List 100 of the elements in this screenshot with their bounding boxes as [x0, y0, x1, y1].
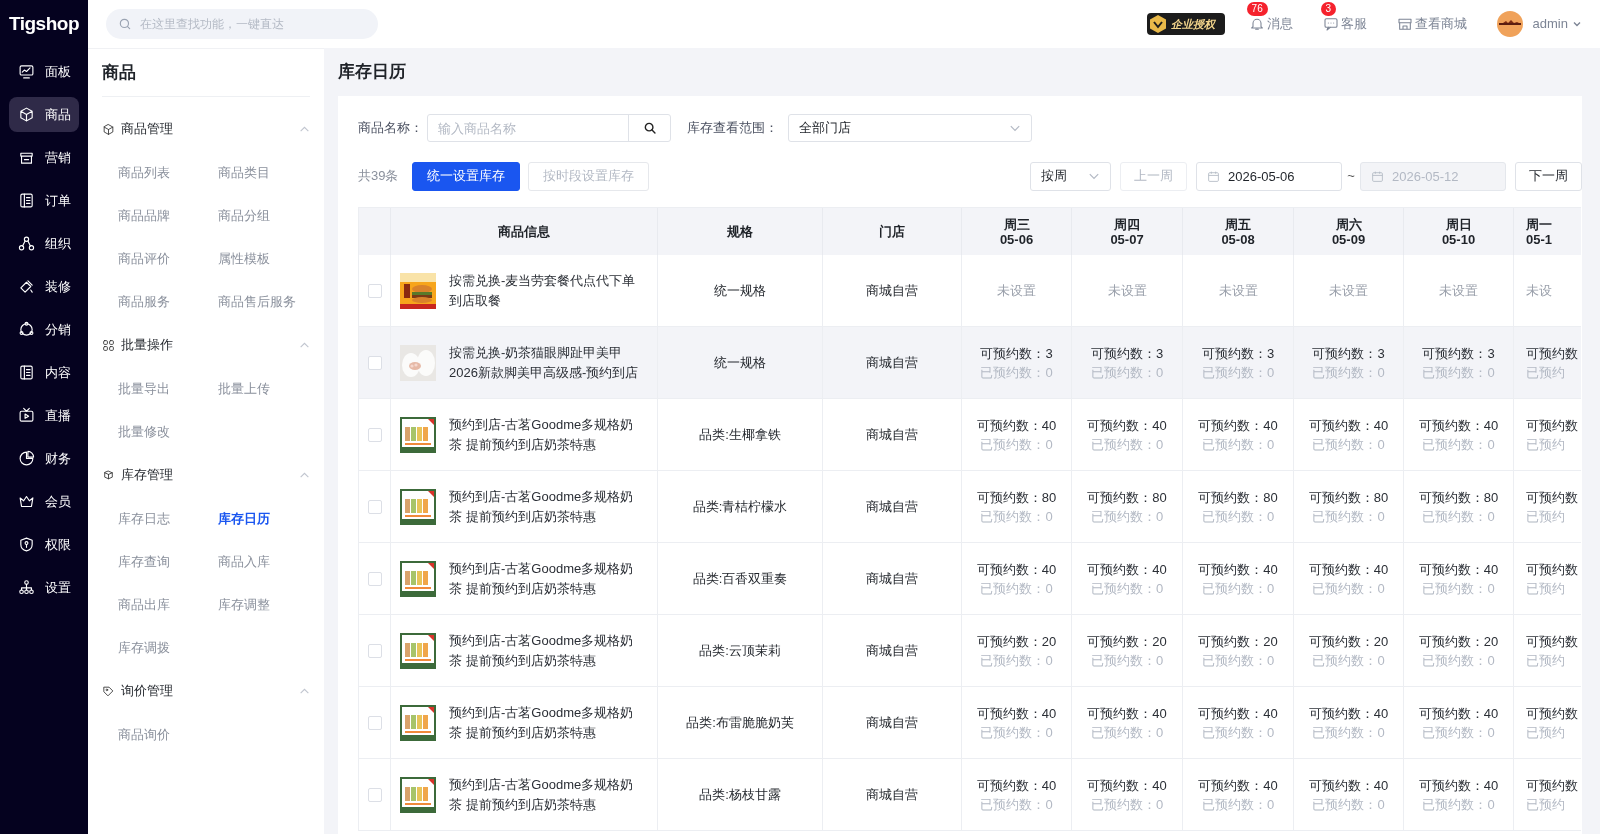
nav-item[interactable]: 面板 — [9, 54, 79, 89]
menu-item[interactable]: 库存调整 — [218, 583, 318, 626]
nav-item[interactable]: 财务 — [9, 441, 79, 476]
header-link[interactable]: 客服 — [1322, 14, 1367, 34]
checkbox[interactable] — [367, 427, 382, 442]
field-label: 库存查看范围： — [687, 119, 778, 138]
checkbox[interactable] — [367, 715, 382, 730]
date-field[interactable]: 2026-05-06 — [1228, 162, 1341, 190]
booked-count: 已预约 — [1526, 795, 1565, 814]
document-icon — [17, 364, 35, 381]
name-search-box[interactable]: 输入商品名称 — [427, 114, 671, 142]
nav-item[interactable]: 内容 — [9, 355, 79, 390]
checkbox[interactable] — [367, 787, 382, 802]
nav-item[interactable]: 分销 — [9, 312, 79, 347]
action-button[interactable]: 统一设置库存 — [412, 161, 521, 191]
menu-item[interactable]: 库存查询 — [118, 540, 218, 583]
count-badge: 76 — [1246, 2, 1268, 17]
booked-count: 已预约 — [1526, 579, 1565, 598]
nav-item[interactable]: 直播 — [9, 398, 79, 433]
nav-item[interactable]: 设置 — [9, 570, 79, 605]
nav-item[interactable]: 营销 — [9, 140, 79, 175]
booked-count: 已预约数：0 — [1090, 651, 1164, 670]
store-select[interactable]: 全部门店 — [788, 114, 1032, 142]
brand-logo: Tigshop — [8, 11, 80, 36]
checkbox[interactable] — [367, 571, 382, 586]
booked-count: 已预约 — [1526, 723, 1565, 742]
menu-item[interactable]: 库存日历 — [218, 497, 318, 540]
day-header: 周四 — [1114, 216, 1140, 232]
menu-item[interactable]: 商品评价 — [118, 237, 218, 280]
list-icon — [17, 192, 35, 209]
menu-group-header[interactable]: 库存管理 — [88, 453, 324, 497]
booked-count: 已预约数：0 — [1422, 723, 1495, 742]
booked-count: 已预约数：0 — [980, 579, 1053, 598]
menu-item[interactable]: 商品询价 — [118, 713, 218, 756]
available-count: 可预约数：40 — [1198, 560, 1278, 579]
day-header: 周五 — [1225, 216, 1251, 232]
nav-item[interactable]: 订单 — [9, 183, 79, 218]
menu-item[interactable]: 商品品牌 — [118, 194, 218, 237]
menu-item[interactable]: 商品类目 — [218, 151, 318, 194]
menu-group-header[interactable]: 询价管理 — [88, 669, 324, 713]
nav-item[interactable]: 装修 — [9, 269, 79, 304]
action-button[interactable]: 按时段设置库存 — [528, 161, 650, 191]
menu-item[interactable]: 属性模板 — [218, 237, 318, 280]
day-header: 周一 — [1526, 216, 1552, 232]
menu-item[interactable]: 商品列表 — [118, 151, 218, 194]
checkbox[interactable] — [367, 643, 382, 658]
search-icon[interactable] — [642, 121, 657, 135]
menu-item[interactable]: 批量上传 — [218, 367, 318, 410]
week-button[interactable]: 下一周 — [1515, 161, 1582, 191]
menu-item[interactable]: 商品售后服务 — [218, 280, 318, 323]
calendar-icon — [1371, 169, 1384, 183]
table-cell-text: 品类:杨枝甘露 — [699, 785, 781, 804]
booked-count: 已预约 — [1526, 363, 1565, 382]
booked-count: 已预约数：0 — [1090, 507, 1164, 526]
menu-item[interactable]: 库存调拨 — [118, 626, 218, 669]
available-count: 可预约数：40 — [1308, 704, 1389, 723]
user-menu[interactable]: admin — [1532, 14, 1582, 34]
menu-item[interactable]: 商品分组 — [218, 194, 318, 237]
boxes-icon — [102, 468, 115, 482]
menu-item[interactable]: 商品服务 — [118, 280, 218, 323]
checkbox[interactable] — [367, 355, 382, 370]
nav-item[interactable]: 会员 — [9, 484, 79, 519]
booked-count: 已预约 — [1526, 435, 1565, 454]
period-select[interactable]: 按周 — [1030, 161, 1111, 191]
calendar-icon — [1207, 169, 1220, 183]
nav-item[interactable]: 权限 — [9, 527, 79, 562]
nav-item[interactable]: 组织 — [9, 226, 79, 261]
product-name: 按需兑换-奶茶猫眼脚趾甲美甲2026新款脚美甲高级感-预约到店 — [449, 343, 640, 382]
table-cell-text: 商城自营 — [866, 713, 918, 732]
available-count: 可预约数：3 — [980, 344, 1053, 363]
header-link[interactable]: 消息 — [1248, 14, 1293, 34]
menu-item[interactable]: 商品出库 — [118, 583, 218, 626]
available-count: 可预约数：40 — [1418, 776, 1499, 795]
menu-group-header[interactable]: 商品管理 — [88, 107, 324, 151]
header-link[interactable]: 查看商城 — [1396, 14, 1467, 34]
date-picker[interactable]: 2026-05-06 — [1196, 161, 1342, 191]
booked-count: 已预约数：0 — [1201, 435, 1275, 454]
available-count: 可预约数：40 — [1198, 776, 1278, 795]
booked-count: 已预约数：0 — [1312, 579, 1385, 598]
network-icon — [17, 235, 35, 252]
booked-count: 已预约数：0 — [1422, 795, 1495, 814]
checkbox[interactable] — [367, 283, 382, 298]
menu-item[interactable]: 商品入库 — [218, 540, 318, 583]
chevron-down-icon — [1572, 19, 1582, 29]
available-count: 可预约数：40 — [1418, 560, 1499, 579]
unset-label: 未设置 — [997, 282, 1036, 300]
available-count: 可预约数：40 — [1087, 776, 1167, 795]
menu-group-header[interactable]: 批量操作 — [88, 323, 324, 367]
nav-item[interactable]: 商品 — [9, 97, 79, 132]
range-separator: ~ — [1346, 167, 1356, 186]
menu-item[interactable]: 批量导出 — [118, 367, 218, 410]
menu-item[interactable]: 批量修改 — [118, 410, 218, 453]
booked-count: 已预约 — [1526, 651, 1565, 670]
checkbox[interactable] — [367, 499, 382, 514]
booked-count: 已预约数：0 — [980, 723, 1053, 742]
bell-icon — [1248, 16, 1265, 32]
menu-item[interactable]: 库存日志 — [118, 497, 218, 540]
name-search-field[interactable]: 输入商品名称 — [428, 115, 628, 141]
unset-label: 未设置 — [1439, 282, 1478, 300]
available-count: 可预约数：20 — [1198, 632, 1278, 651]
